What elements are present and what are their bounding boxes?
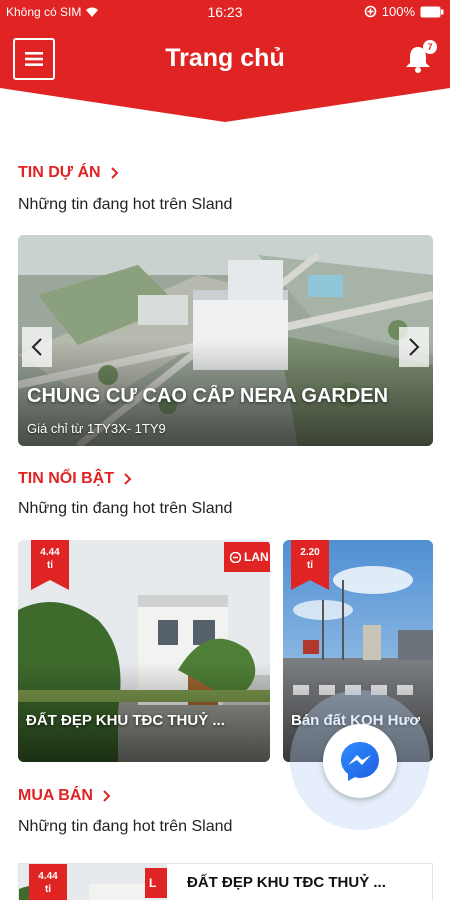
price-value: 2.20 <box>300 547 320 558</box>
brand-logo: LAN <box>224 542 270 572</box>
section-featured-subtitle: Những tin đang hot trên Sland <box>18 500 233 517</box>
listing-title: ĐẤT ĐẸP KHU TĐC THUỶ ... <box>26 712 225 729</box>
price-tag: 2.20 tỉ <box>291 540 329 590</box>
project-carousel[interactable]: CHUNG CƯ CAO CẤP NERA GARDEN Giá chỉ từ … <box>18 235 433 446</box>
price-unit: tỉ <box>306 560 314 571</box>
notification-button[interactable]: 7 <box>403 40 437 74</box>
section-featured-header[interactable]: TIN NỔI BẬT <box>18 470 132 488</box>
chevron-right-icon <box>124 473 132 485</box>
carousel-next-button[interactable] <box>399 327 429 367</box>
messenger-icon <box>341 742 379 781</box>
list-thumbnail: 4.44 tỉ L <box>19 864 167 900</box>
featured-card[interactable]: 4.44 tỉ LAN ĐẤT ĐẸP KHU TĐC THUỶ ... <box>18 540 270 762</box>
section-projects-title: TIN DỰ ÁN <box>18 164 101 181</box>
list-item-title: ĐẤT ĐẸP KHU TĐC THUỶ ... <box>187 874 386 891</box>
chevron-right-icon <box>103 790 111 802</box>
brand-logo: L <box>145 868 167 898</box>
section-sale-header[interactable]: MUA BÁN <box>18 787 111 805</box>
project-image <box>18 235 433 446</box>
status-bar: Không có SIM 16:23 100% <box>0 0 450 24</box>
project-title: CHUNG CƯ CAO CẤP NERA GARDEN <box>27 385 389 407</box>
brand-logo-text: LAN <box>244 550 269 564</box>
chevron-right-icon <box>409 338 420 356</box>
list-item[interactable]: 4.44 tỉ L ĐẤT ĐẸP KHU TĐC THUỶ ... <box>18 863 433 900</box>
logo-mark-icon <box>230 551 241 563</box>
section-projects-header[interactable]: TIN DỰ ÁN <box>18 164 119 182</box>
section-featured-title: TIN NỔI BẬT <box>18 470 114 487</box>
price-value: 4.44 <box>38 871 58 882</box>
price-unit: tỉ <box>46 560 54 571</box>
section-projects-subtitle: Những tin đang hot trên Sland <box>18 196 233 213</box>
chevron-left-icon <box>31 338 42 356</box>
project-price: Giá chỉ từ 1TY3X- 1TY9 <box>27 421 166 436</box>
brand-logo-text: L <box>149 876 157 890</box>
notification-badge: 7 <box>423 40 437 54</box>
section-sale-title: MUA BÁN <box>18 787 93 804</box>
carousel-prev-button[interactable] <box>22 327 52 367</box>
price-unit: tỉ <box>44 884 52 895</box>
battery-percent: 100% <box>381 4 415 19</box>
page-title: Trang chủ <box>165 44 285 72</box>
app-header: Không có SIM 16:23 100% Trang chủ 7 <box>0 0 450 122</box>
section-sale-subtitle: Những tin đang hot trên Sland <box>18 818 233 835</box>
chevron-right-icon <box>110 167 119 179</box>
price-value: 4.44 <box>40 547 60 558</box>
price-tag: 4.44 tỉ <box>31 540 69 590</box>
messenger-button[interactable] <box>323 724 397 798</box>
battery-icon <box>420 6 444 17</box>
data-saver-icon <box>364 5 377 18</box>
price-tag: 4.44 tỉ <box>29 864 67 900</box>
